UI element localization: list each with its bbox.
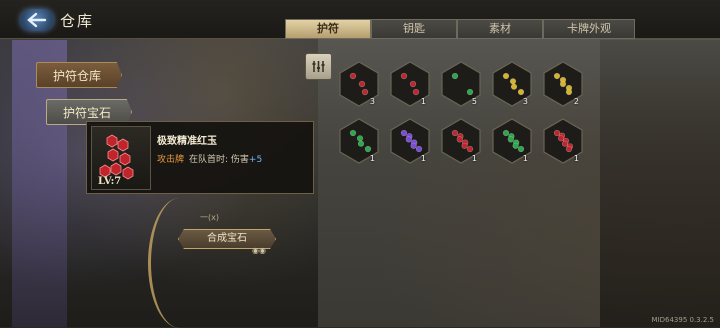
gem-shard (409, 80, 417, 88)
gem-count: 1 (522, 154, 528, 163)
tab-materials[interactable]: 素材 (457, 19, 543, 39)
gem-shard (456, 136, 463, 143)
gem-type-label: 攻击牌 (157, 155, 185, 165)
synthesize-top-label: 一(x) (200, 213, 219, 222)
gem-shard (559, 80, 567, 88)
page-title: 仓库 (60, 12, 95, 30)
gem-shard (510, 83, 518, 90)
gem-shard (461, 142, 468, 149)
sidebar-item-amulet-storage[interactable]: 护符仓库 (36, 62, 122, 88)
gem-shard (502, 72, 510, 80)
gem-effect-text: 在队首时: 伤害 (189, 155, 249, 165)
gem-slot[interactable]: 1 (439, 117, 483, 165)
gem-count: 1 (420, 154, 426, 163)
gem-shard (412, 88, 420, 96)
gem-slot[interactable]: 1 (388, 60, 432, 108)
gem-slot[interactable]: 1 (490, 117, 534, 165)
filter-button[interactable] (305, 53, 332, 80)
gem-effect: 在队首时: 伤害+5 (189, 152, 262, 165)
gem-shard (502, 129, 510, 137)
gem-shard (557, 135, 565, 142)
gem-preview: LV:7 (91, 126, 151, 190)
gem-level: LV:7 (98, 176, 122, 187)
gem-shard (561, 140, 569, 147)
gem-slot[interactable]: 1 (541, 117, 585, 165)
gem-shard (565, 145, 573, 153)
gem-slot[interactable]: 1 (337, 117, 381, 165)
back-button[interactable] (20, 9, 54, 31)
gem-shard (400, 129, 408, 137)
gem-shard (451, 72, 459, 80)
synthesize-cost-icon: ◉◉ (252, 246, 266, 255)
gem-shard (517, 145, 525, 153)
gem-count: 1 (471, 154, 477, 163)
gem-count: 1 (573, 154, 579, 163)
filter-icon (312, 61, 325, 72)
tab-keys[interactable]: 钥匙 (371, 19, 457, 39)
gem-shard (349, 129, 357, 137)
gem-shard (553, 72, 561, 80)
gem-shard (405, 136, 412, 143)
gem-shard (356, 135, 364, 142)
gem-shard (512, 142, 519, 149)
gem-shard (565, 88, 573, 96)
gem-detail-tooltip: LV:7 极致精准红玉 攻击牌 在队首时: 伤害+5 (86, 121, 314, 194)
rock-decoration (600, 40, 720, 327)
gem-slot[interactable]: 5 (439, 60, 483, 108)
gem-count: 5 (471, 97, 477, 106)
top-bar: 仓库 护符 钥匙 素材 卡牌外观 (0, 0, 720, 39)
gem-count: 1 (420, 97, 426, 106)
gem-count: 3 (369, 97, 375, 106)
gem-shard (466, 88, 474, 96)
gem-shard (507, 136, 514, 143)
tab-amulet[interactable]: 护符 (285, 19, 371, 39)
gem-shard (357, 140, 365, 147)
gem-shard (410, 142, 417, 149)
gem-shard (400, 72, 408, 80)
gem-shard (364, 145, 372, 153)
gem-shard (349, 72, 357, 80)
gem-shard (361, 88, 369, 96)
gem-shard (415, 145, 423, 153)
version-label: MID64395 0.3.2.5 (651, 316, 714, 324)
gem-slot[interactable]: 1 (388, 117, 432, 165)
gem-count: 3 (522, 97, 528, 106)
gem-slot[interactable]: 3 (337, 60, 381, 108)
gem-effect-value: +5 (248, 155, 263, 165)
gem-shard (517, 88, 525, 96)
gem-shard (358, 80, 366, 88)
gem-slot[interactable]: 2 (541, 60, 585, 108)
gem-count: 1 (369, 154, 375, 163)
gem-shard (451, 129, 459, 137)
gem-slot[interactable]: 3 (490, 60, 534, 108)
gem-name: 极致精准红玉 (157, 136, 217, 147)
back-arrow-icon (27, 12, 47, 28)
gem-shard (509, 78, 517, 85)
gem-shard (466, 145, 474, 153)
tab-card-appearance[interactable]: 卡牌外观 (543, 19, 635, 39)
gem-count: 2 (573, 97, 579, 106)
gem-shard (553, 129, 561, 137)
